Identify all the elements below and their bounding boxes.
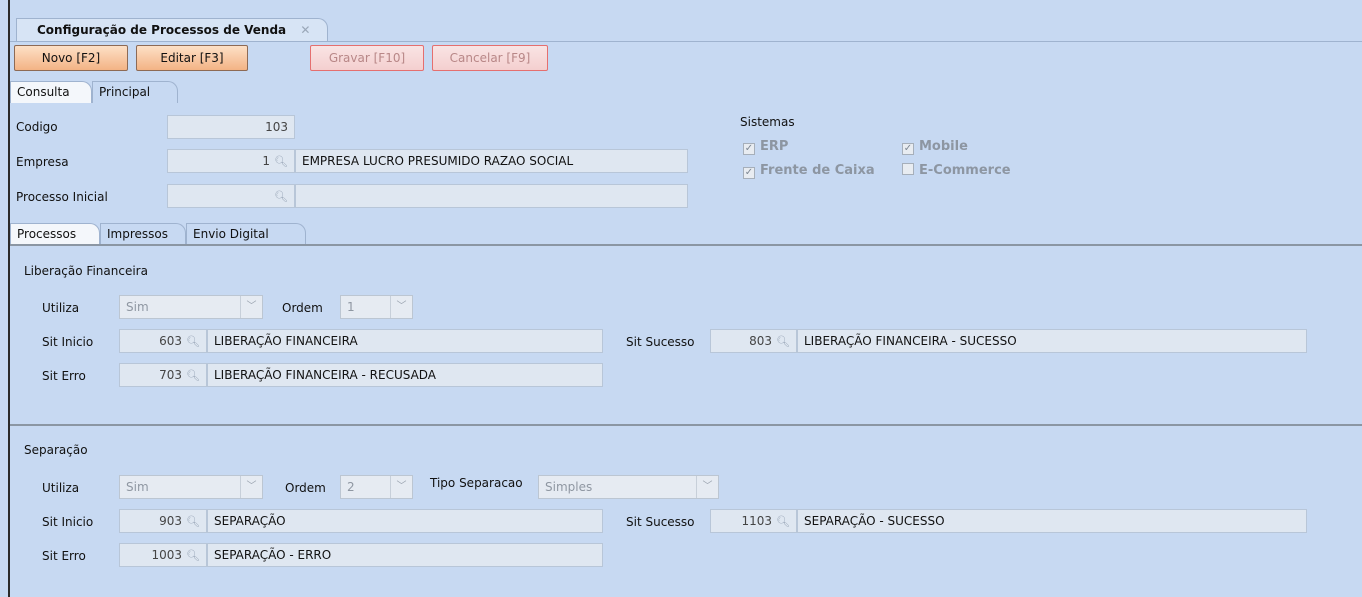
- check-icon: ✓: [743, 143, 755, 155]
- separacao-sit-inicio-code: 903: [159, 514, 183, 528]
- chevron-down-icon: ﹀: [240, 476, 262, 498]
- liberacao-ordem-value: 1: [347, 300, 355, 314]
- liberacao-sit-inicio-label: Sit Inicio: [42, 335, 94, 349]
- search-icon[interactable]: 🔍︎: [274, 155, 288, 168]
- check-icon: ✓: [743, 167, 755, 179]
- separacao-sit-erro-code: 1003: [151, 548, 183, 562]
- tab-envio-digital[interactable]: Envio Digital: [186, 223, 306, 245]
- search-icon[interactable]: 🔍︎: [186, 549, 200, 562]
- tab-processos[interactable]: Processos: [10, 223, 100, 245]
- empresa-code-field[interactable]: 1 🔍︎: [167, 149, 295, 173]
- liberacao-sit-sucesso-desc: LIBERAÇÃO FINANCEIRA - SUCESSO: [797, 329, 1307, 353]
- main-tabs: Consulta Principal: [10, 81, 410, 103]
- document-tab-title: Configuração de Processos de Venda: [37, 23, 287, 37]
- liberacao-sit-sucesso-code: 803: [749, 334, 773, 348]
- separacao-ordem-label: Ordem: [285, 481, 326, 495]
- frente-de-caixa-checkbox[interactable]: ✓ Frente de Caixa: [743, 163, 875, 179]
- empresa-code: 1: [262, 154, 271, 168]
- tipo-separacao-select[interactable]: Simples ﹀: [538, 475, 719, 499]
- codigo-label: Codigo: [16, 120, 58, 134]
- separacao-sit-sucesso-label: Sit Sucesso: [626, 515, 695, 529]
- chevron-down-icon: ﹀: [390, 476, 412, 498]
- cancel-button[interactable]: Cancelar [F9]: [432, 45, 548, 71]
- e-commerce-label: E-Commerce: [919, 163, 1011, 178]
- separacao-sit-sucesso-code: 1103: [741, 514, 773, 528]
- liberacao-sit-erro-desc: LIBERAÇÃO FINANCEIRA - RECUSADA: [207, 363, 603, 387]
- save-button[interactable]: Gravar [F10]: [310, 45, 424, 71]
- liberacao-utiliza-label: Utiliza: [42, 301, 80, 315]
- liberacao-sit-inicio-code-field[interactable]: 603 🔍︎: [119, 329, 207, 353]
- sistemas-title: Sistemas: [740, 115, 795, 129]
- codigo-field[interactable]: 103: [167, 115, 295, 139]
- e-commerce-checkbox[interactable]: E-Commerce: [902, 163, 1011, 178]
- mobile-label: Mobile: [919, 139, 968, 154]
- liberacao-ordem-label: Ordem: [282, 301, 323, 315]
- search-icon[interactable]: 🔍︎: [186, 369, 200, 382]
- liberacao-financeira-title: Liberação Financeira: [24, 264, 148, 278]
- edit-button[interactable]: Editar [F3]: [136, 45, 248, 71]
- check-icon: ✓: [902, 143, 914, 155]
- separacao-ordem-select[interactable]: 2 ﹀: [340, 475, 413, 499]
- liberacao-sit-inicio-code: 603: [159, 334, 183, 348]
- frente-de-caixa-label: Frente de Caixa: [760, 163, 875, 178]
- liberacao-sit-erro-label: Sit Erro: [42, 369, 86, 383]
- separacao-sit-sucesso-code-field[interactable]: 1103 🔍︎: [710, 509, 797, 533]
- liberacao-sit-erro-code-field[interactable]: 703 🔍︎: [119, 363, 207, 387]
- sub-tabs: Processos Impressos Envio Digital: [10, 223, 410, 245]
- divider: [10, 424, 1362, 426]
- processo-inicial-name-field: [295, 184, 688, 208]
- divider: [10, 244, 1362, 246]
- separacao-sit-inicio-label: Sit Inicio: [42, 515, 94, 529]
- search-icon[interactable]: 🔍︎: [776, 335, 790, 348]
- chevron-down-icon: ﹀: [390, 296, 412, 318]
- separacao-sit-sucesso-desc: SEPARAÇÃO - SUCESSO: [797, 509, 1307, 533]
- separacao-title: Separação: [24, 443, 88, 457]
- empresa-name-field: EMPRESA LUCRO PRESUMIDO RAZAO SOCIAL: [295, 149, 688, 173]
- separacao-sit-erro-code-field[interactable]: 1003 🔍︎: [119, 543, 207, 567]
- separacao-utiliza-select[interactable]: Sim ﹀: [119, 475, 263, 499]
- tipo-separacao-label: Tipo Separacao: [430, 476, 523, 490]
- tab-principal[interactable]: Principal: [92, 81, 178, 103]
- close-icon[interactable]: ✕: [300, 23, 310, 37]
- search-icon[interactable]: 🔍︎: [274, 190, 288, 203]
- checkbox-empty-icon: [902, 163, 914, 175]
- erp-label: ERP: [760, 139, 789, 154]
- liberacao-ordem-select[interactable]: 1 ﹀: [340, 295, 413, 319]
- separacao-sit-erro-label: Sit Erro: [42, 549, 86, 563]
- liberacao-utiliza-value: Sim: [126, 300, 149, 314]
- separacao-utiliza-label: Utiliza: [42, 481, 80, 495]
- processo-inicial-label: Processo Inicial: [16, 190, 108, 204]
- liberacao-sit-sucesso-label: Sit Sucesso: [626, 335, 695, 349]
- tab-consulta[interactable]: Consulta: [10, 81, 92, 103]
- tipo-separacao-value: Simples: [545, 480, 593, 494]
- processo-inicial-code-field[interactable]: 🔍︎: [167, 184, 295, 208]
- new-button[interactable]: Novo [F2]: [14, 45, 128, 71]
- document-tabbar: Configuração de Processos de Venda ✕: [10, 0, 1362, 42]
- toolbar: Novo [F2] Editar [F3] Gravar [F10] Cance…: [10, 45, 1362, 73]
- liberacao-sit-erro-code: 703: [159, 368, 183, 382]
- separacao-sit-erro-desc: SEPARAÇÃO - ERRO: [207, 543, 603, 567]
- liberacao-utiliza-select[interactable]: Sim ﹀: [119, 295, 263, 319]
- erp-checkbox[interactable]: ✓ ERP: [743, 139, 788, 155]
- document-tab[interactable]: Configuração de Processos de Venda ✕: [16, 18, 328, 42]
- search-icon[interactable]: 🔍︎: [776, 515, 790, 528]
- chevron-down-icon: ﹀: [696, 476, 718, 498]
- separacao-sit-inicio-desc: SEPARAÇÃO: [207, 509, 603, 533]
- separacao-ordem-value: 2: [347, 480, 355, 494]
- search-icon[interactable]: 🔍︎: [186, 335, 200, 348]
- divider: [10, 41, 1362, 42]
- separacao-utiliza-value: Sim: [126, 480, 149, 494]
- separacao-sit-inicio-code-field[interactable]: 903 🔍︎: [119, 509, 207, 533]
- tab-impressos[interactable]: Impressos: [100, 223, 186, 245]
- chevron-down-icon: ﹀: [240, 296, 262, 318]
- liberacao-sit-inicio-desc: LIBERAÇÃO FINANCEIRA: [207, 329, 603, 353]
- mobile-checkbox[interactable]: ✓ Mobile: [902, 139, 968, 155]
- liberacao-sit-sucesso-code-field[interactable]: 803 🔍︎: [710, 329, 797, 353]
- search-icon[interactable]: 🔍︎: [186, 515, 200, 528]
- empresa-label: Empresa: [16, 155, 69, 169]
- main-window: Configuração de Processos de Venda ✕ Nov…: [10, 0, 1362, 597]
